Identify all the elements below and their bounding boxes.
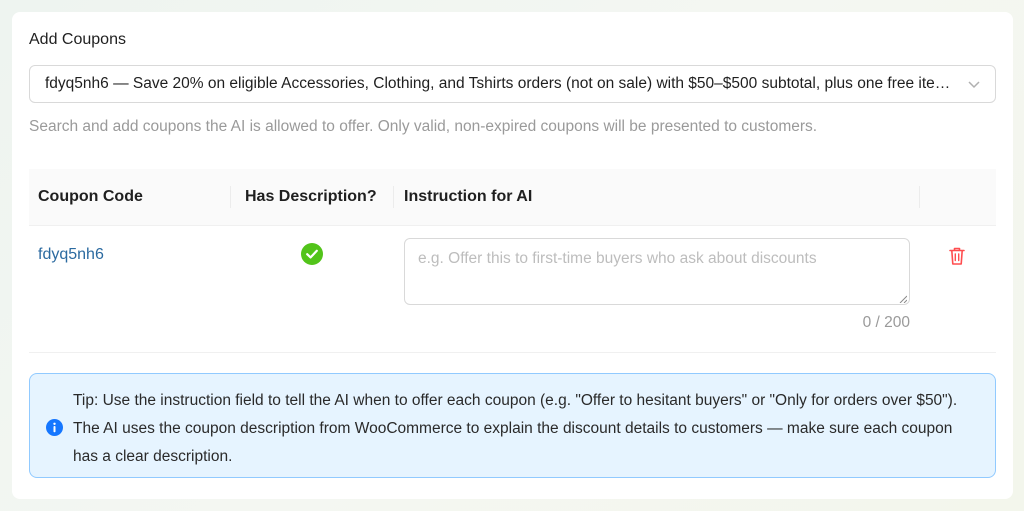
trash-icon[interactable]	[948, 246, 966, 266]
tip-text: Tip: Use the instruction field to tell t…	[73, 392, 958, 465]
table-header: Coupon Code Has Description? Instruction…	[29, 169, 996, 226]
column-header-has-description: Has Description?	[245, 188, 377, 205]
char-counter: 0 / 200	[862, 314, 910, 331]
coupons-table: Coupon Code Has Description? Instruction…	[29, 169, 996, 353]
instruction-textarea[interactable]	[404, 238, 910, 305]
tip-alert: Tip: Use the instruction field to tell t…	[29, 373, 996, 478]
column-divider	[393, 186, 394, 208]
help-text: Search and add coupons the AI is allowed…	[29, 118, 818, 135]
resize-handle-icon[interactable]	[899, 295, 907, 303]
column-header-code: Coupon Code	[38, 188, 143, 205]
table-row: fdyq5nh6 0 / 200	[29, 226, 996, 353]
info-circle-icon	[46, 419, 63, 436]
selected-coupon: fdyq5nh6 — Save 20% on eligible Accessor…	[45, 75, 955, 92]
column-header-instruction: Instruction for AI	[404, 188, 533, 205]
coupon-select[interactable]: fdyq5nh6 — Save 20% on eligible Accessor…	[29, 65, 996, 103]
column-divider	[230, 186, 231, 208]
column-divider	[919, 186, 920, 208]
coupon-code-link[interactable]: fdyq5nh6	[38, 246, 104, 264]
coupons-card: Add Coupons fdyq5nh6 — Save 20% on eligi…	[12, 12, 1013, 499]
section-label: Add Coupons	[29, 31, 126, 48]
check-circle-icon	[301, 243, 323, 265]
chevron-down-icon	[968, 81, 980, 89]
